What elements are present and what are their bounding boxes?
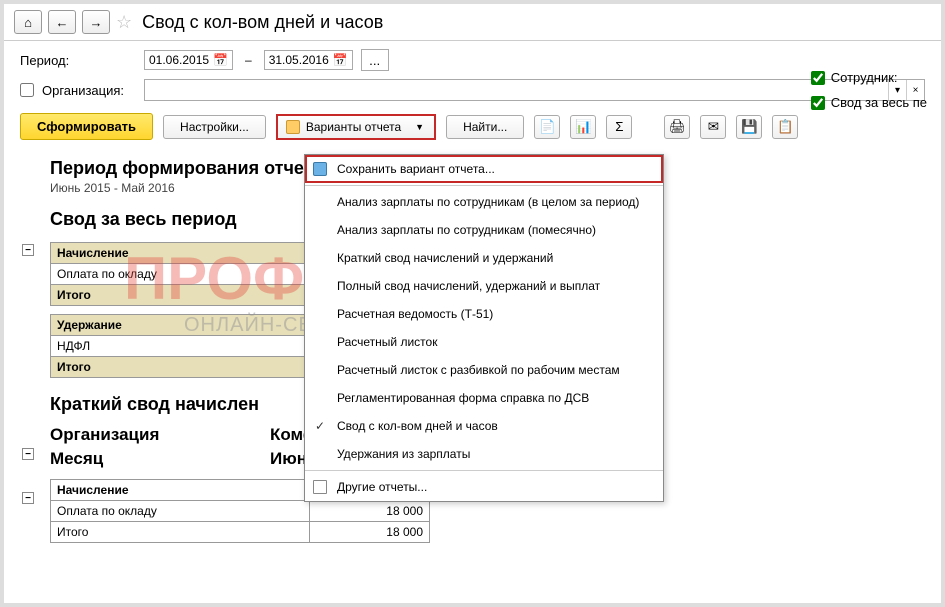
variants-dropdown: Сохранить вариант отчета... Анализ зарпл… bbox=[304, 154, 664, 502]
print-button[interactable]: 🖨 bbox=[664, 115, 690, 139]
calendar-icon[interactable]: 📅 bbox=[333, 53, 348, 67]
action-toolbar: Сформировать Настройки... Варианты отчет… bbox=[4, 109, 941, 150]
back-button[interactable]: ← bbox=[48, 10, 76, 34]
dropdown-item[interactable]: Расчетный листок с разбивкой по рабочим … bbox=[305, 356, 663, 384]
table-cell: Итого bbox=[51, 522, 310, 543]
dropdown-item[interactable]: Расчетная ведомость (Т-51) bbox=[305, 300, 663, 328]
whole-period-checkbox[interactable] bbox=[811, 96, 825, 110]
whole-period-label: Свод за весь пе bbox=[831, 95, 927, 110]
date-to-input[interactable]: 31.05.2016 📅 bbox=[264, 50, 353, 70]
calendar-icon[interactable]: 📅 bbox=[213, 53, 228, 67]
dropdown-item[interactable]: Полный свод начислений, удержаний и выпл… bbox=[305, 272, 663, 300]
table-cell: 18 000 bbox=[309, 522, 429, 543]
save-icon bbox=[313, 162, 327, 176]
table-row: НДФЛ bbox=[51, 336, 310, 357]
dropdown-other-reports[interactable]: Другие отчеты... bbox=[305, 473, 663, 501]
dropdown-item[interactable]: Удержания из зарплаты bbox=[305, 440, 663, 468]
collapse-marker[interactable]: − bbox=[22, 492, 34, 504]
table-header: Начисление bbox=[51, 480, 310, 501]
dropdown-save-variant[interactable]: Сохранить вариант отчета... bbox=[305, 155, 663, 183]
chevron-down-icon: ▼ bbox=[415, 122, 424, 132]
summary-table-1: Начисление Оплата по окладу Итого bbox=[50, 242, 310, 306]
employee-checkbox[interactable] bbox=[811, 71, 825, 85]
collapse-marker[interactable]: − bbox=[22, 244, 34, 256]
table-header: Удержание bbox=[51, 315, 310, 336]
form-button[interactable]: Сформировать bbox=[20, 113, 153, 140]
find-button[interactable]: Найти... bbox=[446, 115, 524, 139]
employee-label: Сотрудник: bbox=[831, 70, 898, 85]
forward-button[interactable]: → bbox=[82, 10, 110, 34]
org-input[interactable]: ▾ × bbox=[144, 79, 925, 101]
report-icon bbox=[313, 480, 327, 494]
table-cell: 18 000 bbox=[309, 501, 429, 522]
dropdown-item-checked[interactable]: ✓ Свод с кол-вом дней и часов bbox=[305, 412, 663, 440]
mail-button[interactable]: ✉ bbox=[700, 115, 726, 139]
table-total: Итого bbox=[51, 285, 310, 306]
check-icon: ✓ bbox=[315, 419, 325, 433]
date-separator: – bbox=[241, 53, 256, 67]
favorite-icon[interactable]: ☆ bbox=[116, 12, 132, 33]
period-label: Период: bbox=[20, 53, 136, 68]
variants-button[interactable]: Варианты отчета ▼ bbox=[276, 114, 436, 140]
table-header: Начисление bbox=[51, 243, 310, 264]
org-label: Организация: bbox=[42, 83, 136, 98]
month-field-label: Месяц bbox=[50, 449, 270, 469]
folder-icon bbox=[286, 120, 300, 134]
save-button[interactable]: 💾 bbox=[736, 115, 762, 139]
table-total: Итого bbox=[51, 357, 310, 378]
settings-button[interactable]: Настройки... bbox=[163, 115, 266, 139]
org-checkbox[interactable] bbox=[20, 83, 34, 97]
dropdown-item[interactable]: Краткий свод начислений и удержаний bbox=[305, 244, 663, 272]
more-button[interactable]: 📋 bbox=[772, 115, 798, 139]
top-toolbar: ⌂ ← → ☆ Свод с кол-вом дней и часов bbox=[4, 4, 941, 41]
org-field-label: Организация bbox=[50, 425, 270, 445]
table-cell: Оплата по окладу bbox=[51, 501, 310, 522]
page-title: Свод с кол-вом дней и часов bbox=[142, 12, 383, 33]
home-button[interactable]: ⌂ bbox=[14, 10, 42, 34]
period-more-button[interactable]: ... bbox=[361, 49, 389, 71]
date-from-input[interactable]: 01.06.2015 📅 bbox=[144, 50, 233, 70]
toolbar-icon-1[interactable]: 📄 bbox=[534, 115, 560, 139]
dropdown-item[interactable]: Регламентированная форма справка по ДСВ bbox=[305, 384, 663, 412]
collapse-marker[interactable]: − bbox=[22, 448, 34, 460]
dropdown-item[interactable]: Расчетный листок bbox=[305, 328, 663, 356]
filters-panel: Период: 01.06.2015 📅 – 31.05.2016 📅 ... … bbox=[4, 41, 941, 109]
summary-table-2: Удержание НДФЛ Итого bbox=[50, 314, 310, 378]
table-row: Оплата по окладу bbox=[51, 264, 310, 285]
dropdown-item[interactable]: Анализ зарплаты по сотрудникам (помесячн… bbox=[305, 216, 663, 244]
dropdown-item[interactable]: Анализ зарплаты по сотрудникам (в целом … bbox=[305, 188, 663, 216]
toolbar-icon-2[interactable]: 📊 bbox=[570, 115, 596, 139]
sigma-button[interactable]: Σ bbox=[606, 115, 632, 139]
